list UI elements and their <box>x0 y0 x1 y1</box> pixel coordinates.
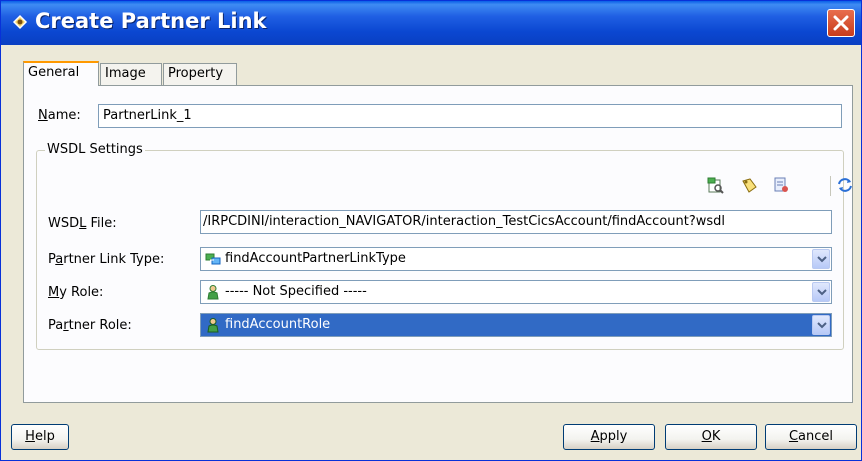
partner-link-type-dropdown[interactable]: findAccountPartnerLinkType <box>200 247 832 271</box>
service-explorer-icon[interactable] <box>772 176 790 194</box>
chevron-down-icon <box>817 322 827 329</box>
help-button[interactable]: Help <box>11 424 69 450</box>
partner-role-arrow[interactable] <box>812 315 830 335</box>
create-wsdl-icon[interactable] <box>740 176 758 194</box>
my-role-label: My Role: <box>48 285 104 300</box>
tab-property[interactable]: Property <box>163 63 237 85</box>
my-role-arrow[interactable] <box>812 282 830 302</box>
create-partner-link-dialog: Create Partner Link General Image Proper… <box>0 0 862 461</box>
partner-link-icon <box>12 14 28 30</box>
chevron-down-icon <box>817 289 827 296</box>
tab-property-label: Property <box>168 66 224 81</box>
partner-link-type-arrow[interactable] <box>812 249 830 269</box>
partner-link-type-label: Partner Link Type: <box>48 252 165 267</box>
toolbar-separator <box>830 176 831 196</box>
wsdl-file-field[interactable]: /IRPCDINI/interaction_NAVIGATOR/interact… <box>200 210 832 234</box>
role-icon <box>207 285 219 300</box>
partner-role-label: Partner Role: <box>48 318 132 333</box>
chevron-down-icon <box>817 256 827 263</box>
title-bar[interactable]: Create Partner Link <box>1 1 861 45</box>
tab-image-label: Image <box>105 66 146 81</box>
tab-image[interactable]: Image <box>100 63 162 85</box>
browse-wsdl-icon[interactable] <box>706 176 724 194</box>
partner-link-type-value: findAccountPartnerLinkType <box>225 251 406 266</box>
close-button[interactable] <box>827 9 855 37</box>
partner-role-value: findAccountRole <box>225 317 331 332</box>
refresh-icon[interactable] <box>836 176 854 194</box>
general-tab-panel: Name: PartnerLink_1 WSDL Settings WSDL F… <box>23 85 853 403</box>
cancel-button[interactable]: Cancel <box>765 424 857 450</box>
name-field[interactable]: PartnerLink_1 <box>98 104 842 128</box>
partner-link-type-icon <box>205 253 221 265</box>
ok-button[interactable]: OK <box>665 424 757 450</box>
tab-general[interactable]: General <box>23 61 99 86</box>
partner-role-dropdown[interactable]: findAccountRole <box>200 313 832 337</box>
my-role-dropdown[interactable]: ----- Not Specified ----- <box>200 280 832 304</box>
wsdl-settings-title: WSDL Settings <box>45 142 145 157</box>
close-icon <box>833 15 849 31</box>
role-icon <box>207 318 219 333</box>
tab-general-label: General <box>28 65 80 80</box>
apply-button[interactable]: Apply <box>563 424 655 450</box>
window-title: Create Partner Link <box>35 9 267 33</box>
my-role-value: ----- Not Specified ----- <box>225 284 367 299</box>
name-label: Name: <box>38 108 81 123</box>
wsdl-file-label: WSDL File: <box>48 216 117 231</box>
